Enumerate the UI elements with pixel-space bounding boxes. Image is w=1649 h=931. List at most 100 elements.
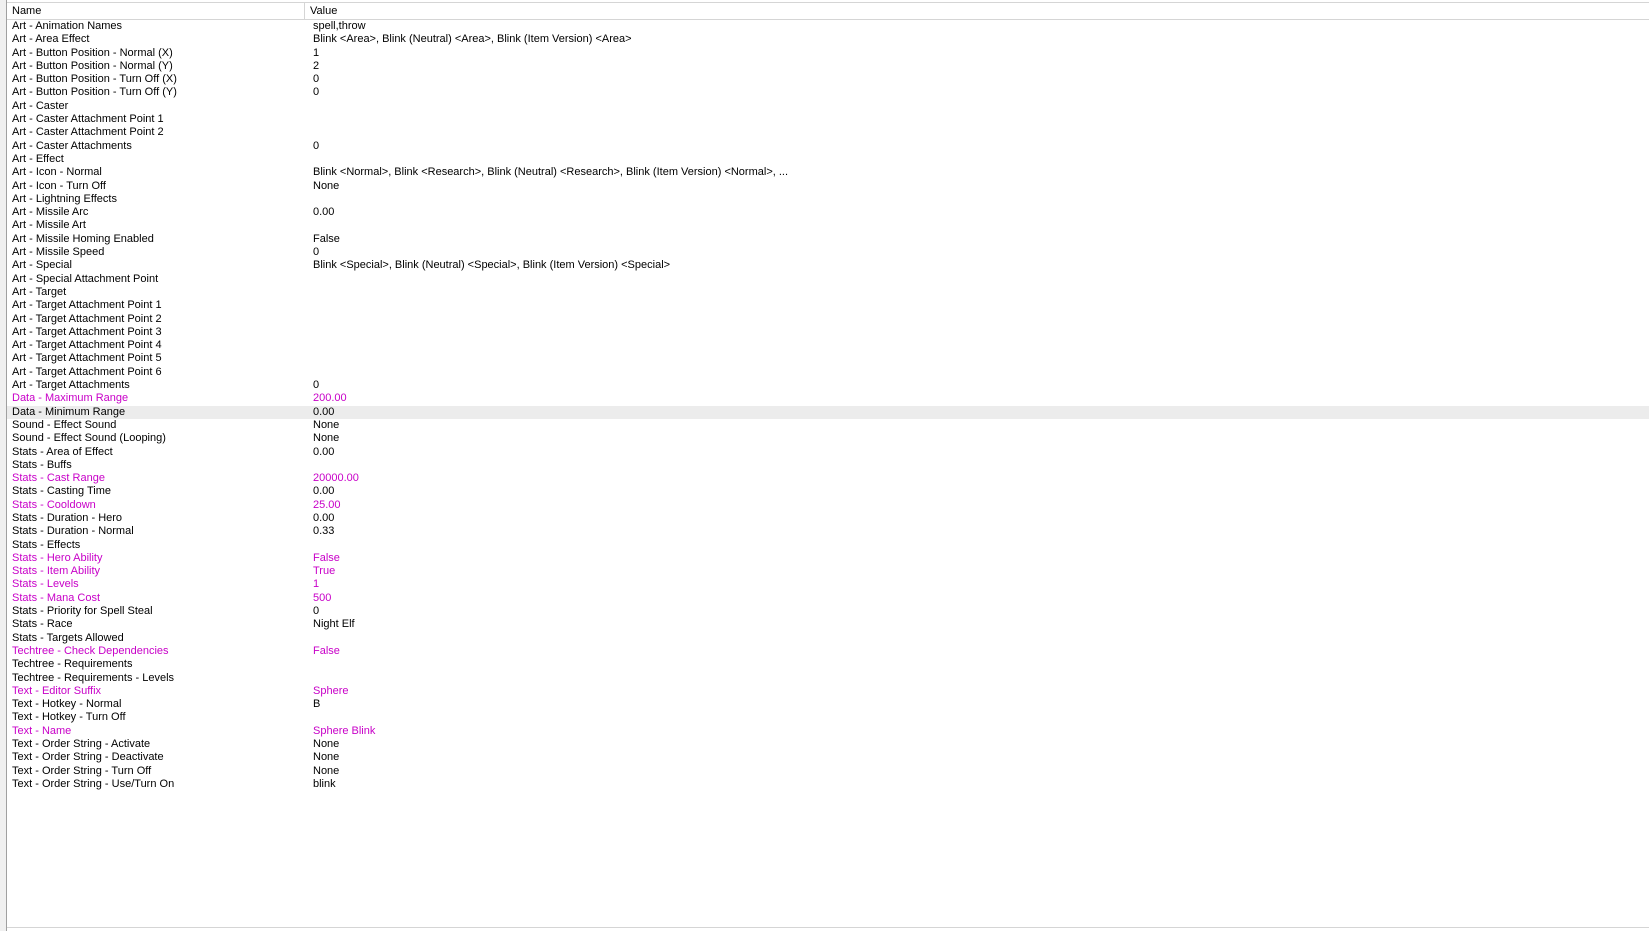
- field-value: 1: [313, 578, 320, 591]
- field-row[interactable]: Stats - Mana Cost 500: [7, 592, 1649, 605]
- field-row[interactable]: Art - Target Attachment Point 2: [7, 313, 1649, 326]
- field-row[interactable]: Text - Hotkey - Normal B: [7, 698, 1649, 711]
- field-name: Art - Target Attachment Point 5: [12, 352, 162, 365]
- field-name: Stats - Duration - Normal: [12, 525, 134, 538]
- field-value: Sphere: [313, 684, 349, 697]
- field-row[interactable]: Stats - Duration - Normal 0.33: [7, 525, 1649, 538]
- field-name: Stats - Item Ability: [12, 565, 101, 578]
- field-row[interactable]: Techtree - Check Dependencies False: [7, 645, 1649, 658]
- field-row[interactable]: Stats - Levels 1: [7, 578, 1649, 591]
- field-row[interactable]: Stats - Casting Time 0.00: [7, 485, 1649, 498]
- field-row[interactable]: Stats - Race Night Elf: [7, 618, 1649, 631]
- field-row[interactable]: Art - Missile Arc 0.00: [7, 206, 1649, 219]
- field-name: Stats - Hero Ability: [12, 551, 103, 564]
- field-row[interactable]: Art - Target Attachment Point 6: [7, 366, 1649, 379]
- field-name: Stats - Duration - Hero: [12, 511, 123, 524]
- field-name: Data - Maximum Range: [12, 392, 129, 405]
- field-row[interactable]: Text - Name Sphere Blink: [7, 725, 1649, 738]
- field-name: Art - Missile Arc: [12, 206, 89, 219]
- field-name: Sound - Effect Sound (Looping): [12, 432, 166, 445]
- field-row[interactable]: Stats - Cooldown 25.00: [7, 499, 1649, 512]
- field-value: 0.00: [313, 445, 335, 458]
- field-row[interactable]: Stats - Duration - Hero 0.00: [7, 512, 1649, 525]
- field-row[interactable]: Art - Button Position - Turn Off (X) 0: [7, 73, 1649, 86]
- field-row[interactable]: Text - Order String - Turn Off None: [7, 765, 1649, 778]
- column-header-name[interactable]: Name: [7, 3, 305, 19]
- field-row[interactable]: Art - Missile Homing Enabled False: [7, 233, 1649, 246]
- field-name: Art - Missile Art: [12, 219, 86, 232]
- field-row[interactable]: Art - Animation Names spell,throw: [7, 20, 1649, 33]
- field-name: Stats - Effects: [12, 538, 81, 551]
- field-row[interactable]: Stats - Item Ability True: [7, 565, 1649, 578]
- field-name: Stats - Cast Range: [12, 472, 105, 485]
- field-name: Techtree - Requirements - Levels: [12, 671, 175, 684]
- field-name: Stats - Buffs: [12, 458, 72, 471]
- field-row[interactable]: Art - Icon - Turn Off None: [7, 180, 1649, 193]
- field-name: Art - Target: [12, 285, 67, 298]
- field-row[interactable]: Art - Target Attachment Point 4: [7, 339, 1649, 352]
- field-row[interactable]: Art - Missile Speed 0: [7, 246, 1649, 259]
- field-name: Art - Target Attachment Point 6: [12, 365, 162, 378]
- field-row[interactable]: Art - Missile Art: [7, 219, 1649, 232]
- field-row[interactable]: Art - Target Attachment Point 1: [7, 299, 1649, 312]
- field-name: Art - Special: [12, 259, 72, 272]
- field-row[interactable]: Art - Target Attachment Point 3: [7, 326, 1649, 339]
- fields-list[interactable]: Name Value Art - Animation Names spell,t…: [7, 0, 1649, 931]
- field-value: 0: [313, 73, 320, 86]
- field-name: Stats - Area of Effect: [12, 445, 113, 458]
- field-row[interactable]: Text - Editor Suffix Sphere: [7, 685, 1649, 698]
- field-row[interactable]: Stats - Effects: [7, 539, 1649, 552]
- field-row[interactable]: Art - Caster Attachments 0: [7, 140, 1649, 153]
- field-row[interactable]: Art - Lightning Effects: [7, 193, 1649, 206]
- field-row[interactable]: Text - Order String - Use/Turn On blink: [7, 778, 1649, 791]
- field-row[interactable]: Art - Target: [7, 286, 1649, 299]
- field-row[interactable]: Art - Area Effect Blink <Area>, Blink (N…: [7, 33, 1649, 46]
- field-name: Art - Caster: [12, 99, 69, 112]
- field-name: Stats - Mana Cost: [12, 591, 101, 604]
- field-value: Blink <Normal>, Blink <Research>, Blink …: [313, 166, 789, 179]
- field-row[interactable]: Stats - Priority for Spell Steal 0: [7, 605, 1649, 618]
- field-value: 25.00: [313, 498, 341, 511]
- field-row[interactable]: Sound - Effect Sound (Looping) None: [7, 432, 1649, 445]
- field-row[interactable]: Art - Effect: [7, 153, 1649, 166]
- field-value: False: [313, 551, 340, 564]
- field-value: 500: [313, 591, 332, 604]
- field-row[interactable]: Art - Button Position - Normal (Y) 2: [7, 60, 1649, 73]
- field-row[interactable]: Techtree - Requirements: [7, 658, 1649, 671]
- field-row[interactable]: Art - Caster Attachment Point 1: [7, 113, 1649, 126]
- field-row[interactable]: Data - Maximum Range 200.00: [7, 392, 1649, 405]
- field-name: Art - Target Attachment Point 4: [12, 339, 162, 352]
- field-row[interactable]: Art - Button Position - Normal (X) 1: [7, 47, 1649, 60]
- field-row[interactable]: Data - Minimum Range 0.00: [7, 405, 1649, 419]
- field-row[interactable]: Text - Order String - Activate None: [7, 738, 1649, 751]
- field-row[interactable]: Stats - Area of Effect 0.00: [7, 446, 1649, 459]
- field-name: Art - Button Position - Normal (Y): [12, 59, 173, 72]
- object-tree-edge: [0, 0, 7, 931]
- field-row[interactable]: Text - Hotkey - Turn Off: [7, 711, 1649, 724]
- field-row[interactable]: Art - Special Blink <Special>, Blink (Ne…: [7, 259, 1649, 272]
- field-name: Stats - Targets Allowed: [12, 631, 124, 644]
- field-row[interactable]: Art - Button Position - Turn Off (Y) 0: [7, 86, 1649, 99]
- field-row[interactable]: Art - Icon - Normal Blink <Normal>, Blin…: [7, 166, 1649, 179]
- field-name: Techtree - Check Dependencies: [12, 644, 169, 657]
- field-row[interactable]: Art - Caster Attachment Point 2: [7, 126, 1649, 139]
- field-row[interactable]: Sound - Effect Sound None: [7, 419, 1649, 432]
- field-value: 0: [313, 605, 320, 618]
- field-value: spell,throw: [313, 20, 366, 32]
- column-header-value[interactable]: Value: [305, 3, 1649, 19]
- field-row[interactable]: Art - Caster: [7, 100, 1649, 113]
- field-row[interactable]: Stats - Hero Ability False: [7, 552, 1649, 565]
- field-name: Text - Order String - Deactivate: [12, 751, 164, 764]
- field-row[interactable]: Techtree - Requirements - Levels: [7, 672, 1649, 685]
- field-row[interactable]: Stats - Cast Range 20000.00: [7, 472, 1649, 485]
- field-name: Art - Area Effect: [12, 33, 90, 46]
- field-row[interactable]: Art - Special Attachment Point: [7, 273, 1649, 286]
- object-editor-fields-view: Name Value Art - Animation Names spell,t…: [0, 0, 1649, 931]
- field-row[interactable]: Text - Order String - Deactivate None: [7, 751, 1649, 764]
- field-name: Techtree - Requirements: [12, 658, 133, 671]
- field-row[interactable]: Stats - Buffs: [7, 459, 1649, 472]
- field-row[interactable]: Art - Target Attachment Point 5: [7, 352, 1649, 365]
- field-row[interactable]: Art - Target Attachments 0: [7, 379, 1649, 392]
- field-name: Text - Order String - Activate: [12, 738, 151, 751]
- field-row[interactable]: Stats - Targets Allowed: [7, 632, 1649, 645]
